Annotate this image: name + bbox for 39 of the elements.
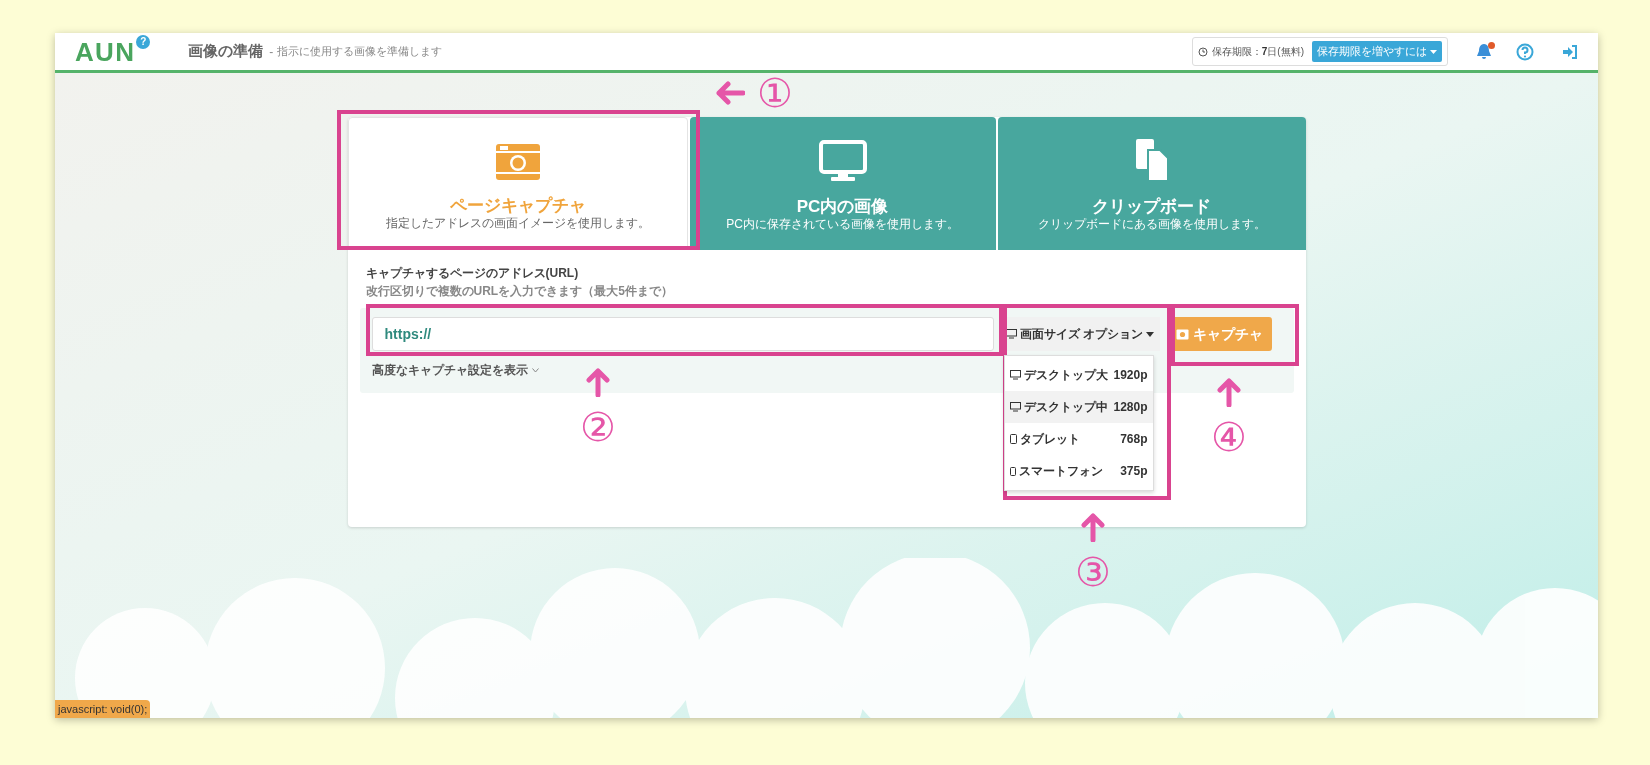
screen-size-option[interactable]: タブレット 768p [1004,423,1153,455]
sign-in-icon[interactable] [1562,44,1578,59]
url-hint: 改行区切りで複数のURLを入力できます（最大5件まで） [365,283,674,300]
monitor-icon [1005,329,1017,339]
left-arrow [715,81,745,105]
phone-icon [1009,466,1016,476]
screen-size-option[interactable]: スマートフォン 375p [1004,455,1153,487]
help-icon[interactable] [1516,42,1534,61]
logo: AUN [75,38,136,65]
annotation-number: ④ [1211,417,1247,457]
separator: - [269,43,274,61]
monitor-icon [1009,370,1021,380]
up-arrow [1216,377,1241,407]
up-arrow [585,367,610,397]
advanced-settings-link[interactable]: 高度なキャプチャ設定を表示 [371,361,539,379]
chevron-down-icon [531,367,539,373]
screen-size-option[interactable]: デスクトップ大 1920p [1004,359,1153,391]
annotation-number: ② [580,407,616,447]
tablet-icon [1009,434,1017,444]
logo-badge: ? [136,34,151,49]
camera-icon [1176,328,1189,340]
up-arrow [1080,512,1105,542]
monitor-icon [818,139,867,182]
caret-icon [1145,331,1154,337]
url-label: キャプチャするページのアドレス(URL) [365,265,580,282]
monitor-icon [1009,402,1021,412]
annotation-number: ③ [1075,552,1111,592]
retention-text: 保存期限：7日(無料) [1211,45,1304,59]
caret-icon [1430,49,1437,54]
page-title: 画像の準備 [188,41,264,62]
camera-icon [494,142,541,181]
url-input-field[interactable]: https:// [371,317,994,351]
screen-size-option[interactable]: デスクトップ中 1280p [1004,391,1153,423]
clock-icon [1197,46,1208,57]
annotation-number: ① [757,73,793,113]
documents-icon [1134,137,1169,182]
status-bar: javascript: void(0); [55,699,151,718]
bell-icon[interactable] [1476,43,1492,60]
page-subtitle: 指示に使用する画像を準備します [277,44,443,60]
